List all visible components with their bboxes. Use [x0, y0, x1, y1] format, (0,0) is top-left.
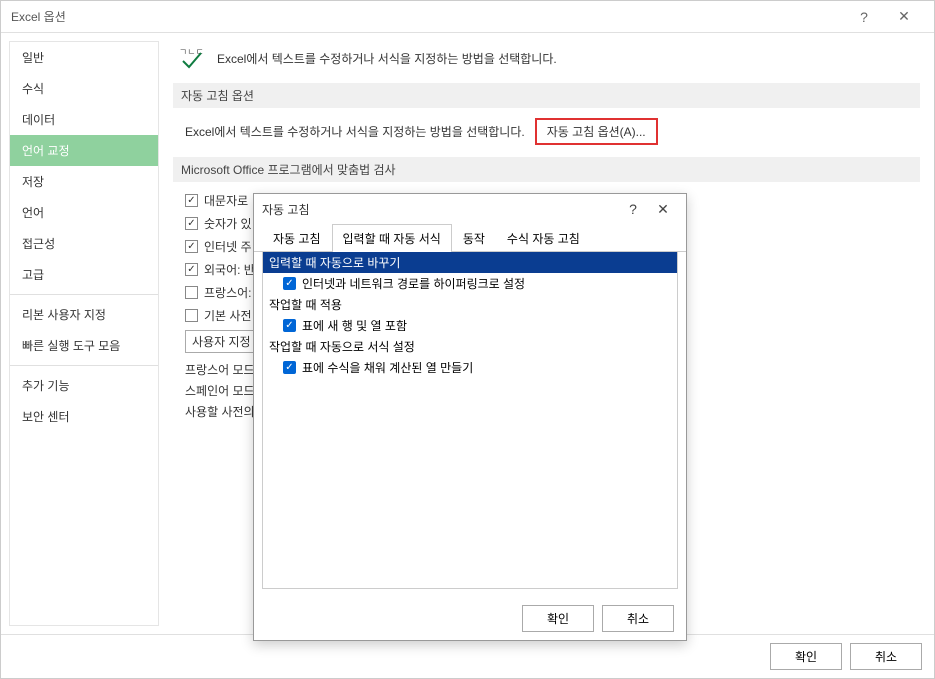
check-table-formula[interactable]: ✓ 표에 수식을 채워 계산된 열 만들기 [263, 357, 677, 378]
dialog-titlebar: 자동 고침 ? ✕ [254, 194, 686, 224]
section-spelling-header: Microsoft Office 프로그램에서 맞춤법 검사 [173, 157, 920, 182]
dialog-close-button[interactable]: ✕ [648, 201, 678, 218]
check-label: 인터넷과 네트워크 경로를 하이퍼링크로 설정 [302, 275, 525, 292]
sidebar-separator [10, 294, 158, 295]
check-label: 외국어: 반 [204, 261, 255, 278]
checkbox-icon[interactable]: ✓ [185, 194, 198, 207]
sidebar-item-formula[interactable]: 수식 [10, 73, 158, 104]
help-button[interactable]: ? [844, 9, 884, 25]
cancel-button[interactable]: 취소 [850, 643, 922, 670]
tab-autoformat-typing[interactable]: 입력할 때 자동 서식 [332, 224, 452, 252]
autocorrect-dialog: 자동 고침 ? ✕ 자동 고침 입력할 때 자동 서식 동작 수식 자동 고침 … [253, 193, 687, 641]
group-header-replace: 입력할 때 자동으로 바꾸기 [263, 252, 677, 273]
sidebar-item-ribbon[interactable]: 리본 사용자 지정 [10, 299, 158, 330]
sidebar-item-language[interactable]: 언어 [10, 197, 158, 228]
window-title: Excel 옵션 [11, 8, 844, 25]
window-titlebar: Excel 옵션 ? ✕ [1, 1, 934, 33]
checkbox-icon[interactable]: ✓ [185, 217, 198, 230]
dialog-ok-button[interactable]: 확인 [522, 605, 594, 632]
check-label: 표에 새 행 및 열 포함 [302, 317, 407, 334]
check-hyperlink[interactable]: ✓ 인터넷과 네트워크 경로를 하이퍼링크로 설정 [263, 273, 677, 294]
sidebar-item-proofing[interactable]: 언어 교정 [10, 135, 158, 166]
section-autocorrect-row: Excel에서 텍스트를 수정하거나 서식을 지정하는 방법을 선택합니다. 자… [173, 118, 920, 145]
checkbox-icon[interactable] [185, 309, 198, 322]
section-autocorrect-header: 자동 고침 옵션 [173, 83, 920, 108]
dialog-tab-content: 입력할 때 자동으로 바꾸기 ✓ 인터넷과 네트워크 경로를 하이퍼링크로 설정… [262, 252, 678, 589]
intro-text: Excel에서 텍스트를 수정하거나 서식을 지정하는 방법을 선택합니다. [217, 50, 557, 67]
dialog-cancel-button[interactable]: 취소 [602, 605, 674, 632]
group-header-apply: 작업할 때 적용 [263, 294, 677, 315]
autocorrect-row-text: Excel에서 텍스트를 수정하거나 서식을 지정하는 방법을 선택합니다. [185, 123, 525, 140]
intro-row: ㄱㄴㄷ Excel에서 텍스트를 수정하거나 서식을 지정하는 방법을 선택합니… [173, 47, 920, 69]
check-label: 표에 수식을 채워 계산된 열 만들기 [302, 359, 473, 376]
sidebar-item-save[interactable]: 저장 [10, 166, 158, 197]
check-label: 숫자가 있 [204, 215, 252, 232]
dialog-tabs: 자동 고침 입력할 때 자동 서식 동작 수식 자동 고침 [254, 224, 686, 252]
dialog-title: 자동 고침 [262, 201, 618, 218]
sidebar-item-general[interactable]: 일반 [10, 42, 158, 73]
check-label: 프랑스어: [204, 284, 252, 301]
checkbox-checked-icon[interactable]: ✓ [283, 361, 296, 374]
checkbox-checked-icon[interactable]: ✓ [283, 277, 296, 290]
checkbox-icon[interactable]: ✓ [185, 240, 198, 253]
sidebar-item-addins[interactable]: 추가 기능 [10, 370, 158, 401]
sidebar-item-advanced[interactable]: 고급 [10, 259, 158, 290]
sidebar-item-quick-access[interactable]: 빠른 실행 도구 모음 [10, 330, 158, 361]
sidebar-separator [10, 365, 158, 366]
close-button[interactable]: ✕ [884, 8, 924, 25]
tab-actions[interactable]: 동작 [452, 224, 496, 252]
sidebar-item-trust-center[interactable]: 보안 센터 [10, 401, 158, 432]
checkbox-icon[interactable] [185, 286, 198, 299]
check-label: 인터넷 주 [204, 238, 252, 255]
proofing-icon: ㄱㄴㄷ [179, 47, 205, 69]
group-header-format: 작업할 때 자동으로 서식 설정 [263, 336, 677, 357]
dialog-help-button[interactable]: ? [618, 201, 648, 217]
sidebar: 일반 수식 데이터 언어 교정 저장 언어 접근성 고급 리본 사용자 지정 빠… [9, 41, 159, 626]
autocorrect-options-button[interactable]: 자동 고침 옵션(A)... [535, 118, 658, 145]
tab-math-autocorrect[interactable]: 수식 자동 고침 [496, 224, 591, 252]
check-table-rows[interactable]: ✓ 표에 새 행 및 열 포함 [263, 315, 677, 336]
check-label: 기본 사전 [204, 307, 252, 324]
custom-dictionary-button[interactable]: 사용자 지정 [185, 330, 258, 353]
dialog-footer: 확인 취소 [254, 597, 686, 640]
tab-autocorrect[interactable]: 자동 고침 [262, 224, 332, 252]
checkbox-checked-icon[interactable]: ✓ [283, 319, 296, 332]
sidebar-item-data[interactable]: 데이터 [10, 104, 158, 135]
options-window: Excel 옵션 ? ✕ 일반 수식 데이터 언어 교정 저장 언어 접근성 고… [0, 0, 935, 679]
check-label: 대문자로 [204, 192, 248, 209]
ok-button[interactable]: 확인 [770, 643, 842, 670]
checkbox-icon[interactable]: ✓ [185, 263, 198, 276]
sidebar-item-accessibility[interactable]: 접근성 [10, 228, 158, 259]
